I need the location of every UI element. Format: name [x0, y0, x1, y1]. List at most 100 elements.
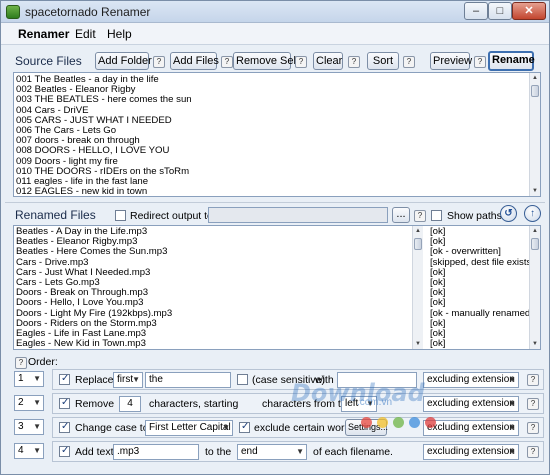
replace-mode-select[interactable]: first ▼	[113, 372, 143, 388]
case-sensitive-checkbox[interactable]	[237, 374, 248, 385]
each-filename-label: of each filename.	[313, 446, 393, 458]
scroll-thumb[interactable]	[414, 238, 422, 250]
extension-select[interactable]: excluding extension ▼	[423, 396, 519, 412]
help-icon[interactable]: ?	[15, 357, 27, 369]
exclude-words-label: exclude certain words.	[254, 422, 359, 434]
watermark-dot-icon	[377, 417, 388, 428]
minimize-button[interactable]: –	[464, 2, 488, 20]
window-title: spacetornado Renamer	[25, 5, 151, 19]
watermark-dot-icon	[409, 417, 420, 428]
status-scrollbar[interactable]: ▲ ▼	[529, 226, 540, 349]
rule-enabled-checkbox[interactable]	[59, 373, 70, 385]
rename-button[interactable]: Rename	[488, 51, 535, 71]
rule-action-label: Remove	[75, 398, 115, 410]
app-window: spacetornado Renamer – □ ✕ Renamer Edit …	[0, 0, 550, 475]
rule-enabled-checkbox[interactable]	[59, 397, 70, 409]
replace-find-input[interactable]: the	[145, 372, 231, 388]
source-file-row[interactable]: 003 THE BEATLES - here comes the sun	[14, 95, 540, 105]
add-text-input[interactable]: .mp3	[113, 444, 199, 460]
help-icon[interactable]: ?	[527, 374, 539, 386]
title-bar: spacetornado Renamer – □ ✕	[1, 1, 549, 23]
rule-action-label: Change case to:	[75, 422, 152, 434]
rule-panel: Change case to: First Letter Capital▼ ex…	[52, 417, 544, 438]
preview-button[interactable]: Preview	[430, 52, 472, 70]
characters-starting-label: characters, starting	[149, 398, 239, 410]
rule-enabled-checkbox[interactable]	[59, 445, 70, 457]
help-icon[interactable]: ?	[527, 398, 539, 410]
rule-panel: Add text .mp3 to the end▼ of each filena…	[52, 441, 544, 462]
help-icon[interactable]: ?	[527, 422, 539, 434]
remove-selected-button[interactable]: Remove Sel.	[233, 52, 299, 70]
scroll-down-icon[interactable]: ▼	[413, 339, 423, 349]
watermark-dot-icon	[425, 417, 436, 428]
order-select[interactable]: 1 ▼	[14, 371, 44, 387]
case-type-select[interactable]: First Letter Capital ▼	[145, 420, 233, 436]
scroll-thumb[interactable]	[531, 238, 539, 250]
renamed-files-label: Renamed Files	[15, 208, 96, 222]
watermark-domain: .com.vn	[357, 397, 393, 408]
order-label: Order:	[28, 356, 58, 368]
scroll-up-icon[interactable]: ▲	[530, 226, 540, 236]
add-folder-button[interactable]: Add Folder	[95, 52, 152, 70]
renamed-scrollbar[interactable]: ▲ ▼	[412, 226, 423, 349]
watermark-dot-icon	[361, 417, 372, 428]
scroll-down-icon[interactable]: ▼	[530, 339, 540, 349]
order-select[interactable]: 4 ▼	[14, 443, 44, 459]
help-icon[interactable]: ?	[414, 210, 426, 222]
add-files-button[interactable]: Add Files	[170, 52, 219, 70]
help-icon[interactable]: ?	[527, 446, 539, 458]
scroll-up-icon[interactable]: ▲	[413, 226, 423, 236]
show-paths-checkbox[interactable]	[431, 210, 442, 221]
extension-select[interactable]: excluding extension ▼	[423, 444, 519, 460]
status-row[interactable]: [ok]	[428, 298, 528, 308]
help-icon[interactable]: ?	[221, 56, 233, 68]
source-file-list[interactable]: 001 The Beatles - a day in the life 002 B…	[13, 72, 541, 197]
renamed-file-list[interactable]: Beatles - A Day in the Life.mp3 Beatles -…	[13, 225, 541, 350]
redirect-output-field[interactable]	[208, 207, 388, 223]
source-file-row[interactable]: 012 EAGLES - new kid in town	[14, 186, 540, 196]
order-select[interactable]: 3 ▼	[14, 419, 44, 435]
menu-renamer[interactable]: Renamer	[18, 27, 69, 41]
watermark-dot-icon	[393, 417, 404, 428]
rule-action-label: Replace	[75, 374, 114, 386]
rule-row-change-case: 3▼ Change case to: First Letter Capital▼…	[6, 417, 544, 438]
help-icon[interactable]: ?	[295, 56, 307, 68]
renamed-file-row[interactable]: Eagles - New Kid in Town.mp3	[14, 338, 412, 349]
extension-select[interactable]: excluding extension ▼	[423, 372, 519, 388]
renamed-file-row[interactable]: Doors - Hello, I Love You.mp3	[14, 298, 412, 308]
scroll-down-icon[interactable]: ▼	[530, 186, 540, 196]
remove-count-input[interactable]: 4	[119, 396, 141, 412]
order-select[interactable]: 2 ▼	[14, 395, 44, 411]
to-the-label: to the	[205, 446, 232, 458]
app-icon	[6, 5, 20, 19]
rule-action-label: Add text	[75, 446, 114, 458]
browse-button[interactable]: ...	[392, 207, 410, 223]
help-icon[interactable]: ?	[474, 56, 486, 68]
help-icon[interactable]: ?	[153, 56, 165, 68]
maximize-button[interactable]: □	[488, 2, 512, 20]
source-file-row[interactable]: 008 DOORS - HELLO, I LOVE YOU	[14, 146, 540, 156]
scroll-up-icon[interactable]: ▲	[530, 73, 540, 83]
show-paths-label: Show paths	[447, 210, 502, 222]
clear-button[interactable]: Clear	[313, 52, 343, 70]
up-arrow-icon[interactable]: ↑	[524, 205, 541, 222]
sort-button[interactable]: Sort	[367, 52, 399, 70]
status-row[interactable]: [ok]	[428, 338, 528, 349]
menu-edit[interactable]: Edit	[75, 27, 96, 41]
extension-select[interactable]: excluding extension ▼	[423, 420, 519, 436]
redirect-output-checkbox[interactable]	[115, 210, 126, 221]
rule-enabled-checkbox[interactable]	[59, 421, 70, 433]
close-button[interactable]: ✕	[512, 2, 546, 20]
source-files-label: Source Files	[15, 54, 82, 68]
undo-icon[interactable]: ↺	[500, 205, 517, 222]
menu-bar: Renamer Edit Help	[1, 23, 549, 45]
exclude-words-checkbox[interactable]	[239, 421, 250, 433]
scroll-thumb[interactable]	[531, 85, 539, 97]
help-icon[interactable]: ?	[348, 56, 360, 68]
add-position-select[interactable]: end ▼	[237, 444, 307, 460]
help-icon[interactable]: ?	[403, 56, 415, 68]
rule-row-replace: 1▼ Replace first▼ the (case sensitive) w…	[6, 369, 544, 390]
source-scrollbar[interactable]: ▲ ▼	[529, 73, 540, 196]
menu-help[interactable]: Help	[107, 27, 132, 41]
splitter[interactable]	[5, 202, 545, 203]
